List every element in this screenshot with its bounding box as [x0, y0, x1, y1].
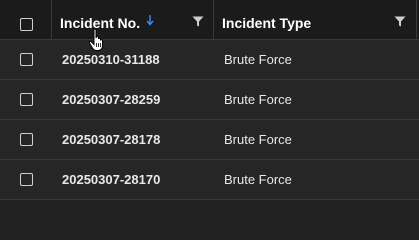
table-row[interactable]: 20250307-28170 Brute Force: [0, 160, 419, 200]
row-checkbox[interactable]: [20, 93, 33, 106]
column-header-incident-type[interactable]: Incident Type: [214, 0, 417, 39]
row-checkbox[interactable]: [20, 173, 33, 186]
row-checkbox[interactable]: [20, 53, 33, 66]
incident-no-cell[interactable]: 20250307-28259: [62, 92, 160, 107]
incident-type-cell: Brute Force: [224, 132, 292, 147]
incident-no-cell[interactable]: 20250307-28170: [62, 172, 160, 187]
hand-pointer-cursor-icon: [88, 28, 103, 51]
incident-type-cell: Brute Force: [224, 172, 292, 187]
row-checkbox[interactable]: [20, 133, 33, 146]
select-all-checkbox[interactable]: [20, 18, 33, 31]
table-row[interactable]: 20250307-28178 Brute Force: [0, 120, 419, 160]
header-select-cell: [0, 0, 52, 39]
filter-icon[interactable]: [394, 16, 406, 27]
incident-no-cell[interactable]: 20250307-28178: [62, 132, 160, 147]
grid-header: Incident No. Incident Type: [0, 0, 419, 40]
incident-type-cell: Brute Force: [224, 92, 292, 107]
incident-type-cell: Brute Force: [224, 52, 292, 67]
incident-grid: Incident No. Incident Type 20250310-3118…: [0, 0, 419, 201]
table-row[interactable]: 20250307-28259 Brute Force: [0, 80, 419, 120]
column-header-label: Incident Type: [222, 15, 312, 31]
column-header-incident-no[interactable]: Incident No.: [52, 0, 214, 39]
sort-ascending-icon[interactable]: [145, 14, 155, 26]
filter-icon[interactable]: [192, 16, 204, 27]
incident-no-cell[interactable]: 20250310-31188: [62, 52, 160, 67]
table-row[interactable]: 20250310-31188 Brute Force: [0, 40, 419, 80]
